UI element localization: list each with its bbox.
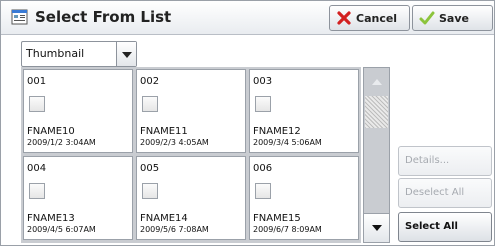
file-number: 001 [27, 76, 47, 87]
file-item[interactable]: 001 FNAME10 2009/1/2 3:04AM [23, 69, 133, 153]
file-date: 2009/6/7 8:09AM [253, 225, 322, 234]
file-number: 003 [253, 76, 273, 87]
chevron-down-icon[interactable] [116, 42, 136, 66]
file-name: FNAME13 [27, 213, 75, 224]
select-all-button-label: Select All [405, 221, 458, 232]
list-document-icon [11, 9, 29, 25]
cancel-button[interactable]: Cancel [329, 5, 410, 31]
select-all-button[interactable]: Select All [398, 212, 492, 242]
save-button[interactable]: Save [412, 5, 493, 31]
view-mode-value: Thumbnail [26, 47, 85, 60]
file-name: FNAME11 [140, 126, 188, 137]
scrollbar-thumb[interactable] [365, 96, 388, 128]
file-date: 2009/2/3 4:05AM [140, 138, 209, 147]
file-item[interactable]: 003 FNAME12 2009/3/4 5:06AM [249, 69, 359, 153]
file-item[interactable]: 006 FNAME15 2009/6/7 8:09AM [249, 156, 359, 240]
window-title: Select From List [35, 8, 172, 26]
file-date: 2009/5/6 7:08AM [140, 225, 209, 234]
file-name: FNAME10 [27, 126, 75, 137]
file-name: FNAME15 [253, 213, 301, 224]
title-bar: Select From List Cancel Save [1, 1, 494, 35]
file-number: 002 [140, 76, 160, 87]
file-name: FNAME12 [253, 126, 301, 137]
deselect-all-button-label: Deselect All [405, 187, 465, 198]
file-item[interactable]: 005 FNAME14 2009/5/6 7:08AM [136, 156, 246, 240]
x-icon [336, 10, 352, 29]
deselect-all-button[interactable]: Deselect All [398, 178, 492, 208]
checkmark-icon [419, 10, 435, 29]
file-item[interactable]: 004 FNAME13 2009/4/5 6:07AM [23, 156, 133, 240]
vertical-scrollbar[interactable] [363, 67, 390, 243]
save-button-label: Save [439, 12, 469, 25]
cancel-button-label: Cancel [356, 12, 398, 25]
file-thumbnail-icon [29, 183, 45, 199]
file-item[interactable]: 002 FNAME11 2009/2/3 4:05AM [136, 69, 246, 153]
file-thumbnail-icon [29, 96, 45, 112]
file-number: 005 [140, 163, 160, 174]
file-number: 004 [27, 163, 47, 174]
file-thumbnail-grid: 001 FNAME10 2009/1/2 3:04AM 002 FNAME11 … [21, 67, 361, 243]
scroll-down-icon[interactable] [364, 213, 389, 242]
file-number: 006 [253, 163, 273, 174]
scroll-up-icon[interactable] [364, 68, 389, 96]
file-name: FNAME14 [140, 213, 188, 224]
details-button[interactable]: Details... [398, 146, 492, 176]
file-thumbnail-icon [255, 96, 271, 112]
file-thumbnail-icon [142, 96, 158, 112]
file-date: 2009/1/2 3:04AM [27, 138, 96, 147]
details-button-label: Details... [405, 155, 450, 166]
view-mode-dropdown[interactable]: Thumbnail [21, 41, 137, 67]
file-date: 2009/3/4 5:06AM [253, 138, 322, 147]
file-date: 2009/4/5 6:07AM [27, 225, 96, 234]
file-thumbnail-icon [142, 183, 158, 199]
file-thumbnail-icon [255, 183, 271, 199]
